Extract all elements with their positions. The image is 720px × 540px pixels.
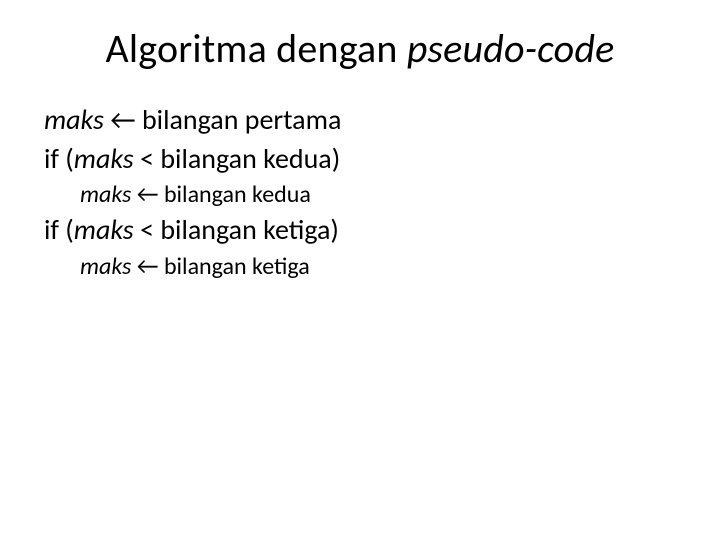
code-line-1: maks ← bilangan pertama xyxy=(44,101,680,140)
var-maks: maks xyxy=(80,252,131,281)
code-line-5: maks ← bilangan ketiga xyxy=(44,250,680,283)
arrow-icon: ← xyxy=(131,252,164,281)
code-line-3: maks ← bilangan kedua xyxy=(44,178,680,211)
var-maks: maks xyxy=(44,102,104,137)
pseudocode-block: maks ← bilangan pertama if (maks < bilan… xyxy=(40,101,680,283)
code-text: bilangan ketiga xyxy=(164,252,310,281)
code-line-2: if (maks < bilangan kedua) xyxy=(44,140,680,179)
arrow-icon: ← xyxy=(104,102,142,137)
title-italic: pseudo-code xyxy=(407,24,615,73)
code-text: bilangan kedua xyxy=(164,180,311,209)
code-text: < bilangan ketiga) xyxy=(134,212,339,247)
code-line-4: if (maks < bilangan ketiga) xyxy=(44,211,680,250)
slide-title: Algoritma dengan pseudo-code xyxy=(40,24,680,73)
if-keyword: if ( xyxy=(44,212,74,247)
arrow-icon: ← xyxy=(131,180,164,209)
var-maks: maks xyxy=(74,212,134,247)
var-maks: maks xyxy=(80,180,131,209)
code-text: bilangan pertama xyxy=(142,102,341,137)
var-maks: maks xyxy=(74,141,134,176)
code-text: < bilangan kedua) xyxy=(134,141,341,176)
title-plain: Algoritma dengan xyxy=(106,24,407,73)
if-keyword: if ( xyxy=(44,141,74,176)
